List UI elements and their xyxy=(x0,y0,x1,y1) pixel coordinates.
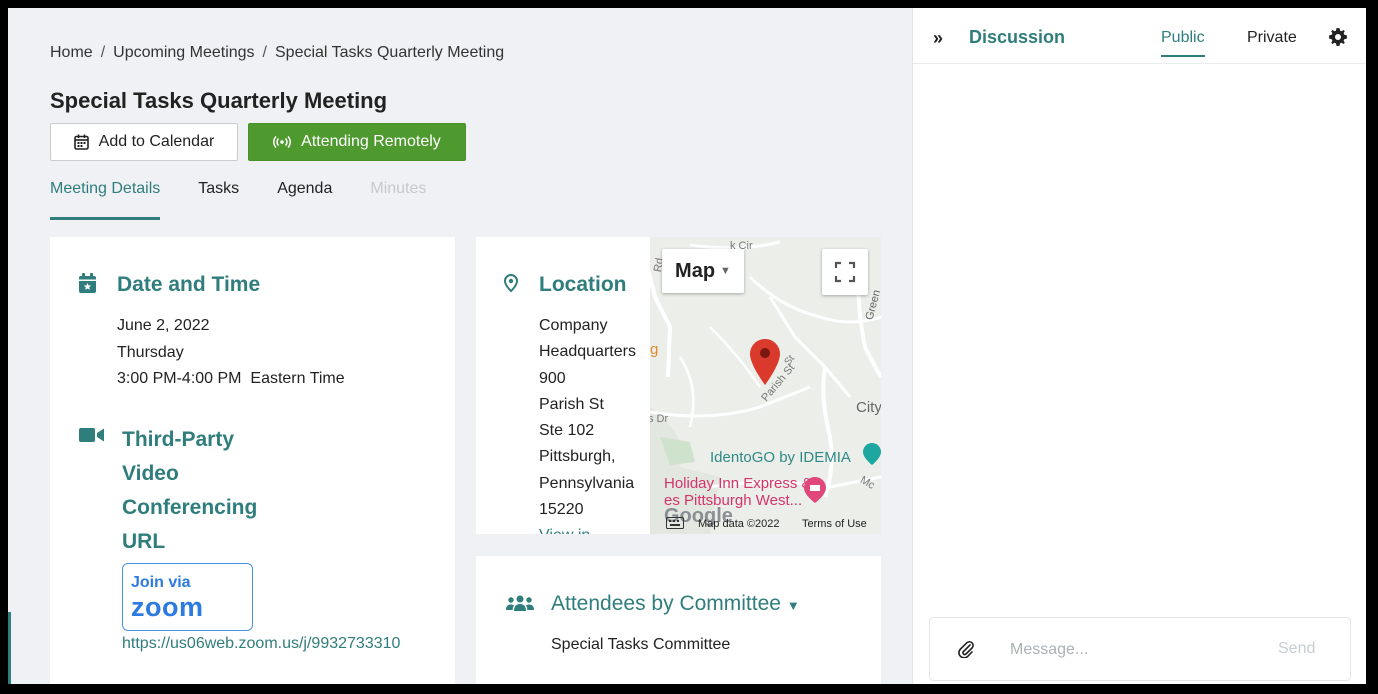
zoom-url-link[interactable]: https://us06web.zoom.us/j/9932733310 xyxy=(122,635,400,653)
map-label-holiday-inn: Holiday Inn Express & xyxy=(664,475,812,492)
attendees-grouping-dropdown[interactable]: Committee ▼ xyxy=(679,592,799,615)
video-camera-icon xyxy=(79,428,104,442)
calendar-star-icon xyxy=(79,273,96,293)
message-input[interactable] xyxy=(1010,638,1260,662)
attendees-grouping-value: Committee xyxy=(679,592,781,615)
location-text-panel: Location Company Headquarters 900 Parish… xyxy=(476,237,650,534)
video-title-line: Conferencing xyxy=(122,496,258,519)
send-button[interactable]: Send xyxy=(1278,640,1315,658)
location-address: Company Headquarters 900 Parish St Ste 1… xyxy=(539,313,650,534)
breadcrumb-separator: / xyxy=(262,44,267,61)
address-line: 900 xyxy=(539,369,566,387)
attending-remotely-button[interactable]: Attending Remotely xyxy=(248,123,466,161)
date-time-details: June 2, 2022 Thursday 3:00 PM-4:00 PM Ea… xyxy=(117,313,345,393)
date-time-title: Date and Time xyxy=(117,273,261,296)
map-label-city: City xyxy=(856,399,881,416)
attendees-by-label: Attendees by xyxy=(551,592,674,615)
fullscreen-button[interactable] xyxy=(822,249,868,295)
join-via-zoom-button[interactable]: Join via zoom xyxy=(122,563,253,631)
gear-icon[interactable] xyxy=(1329,28,1347,46)
date-time-card: Date and Time June 2, 2022 Thursday 3:00… xyxy=(50,237,455,684)
collapse-panel-icon[interactable]: » xyxy=(933,28,943,49)
address-line: Parish St xyxy=(539,395,604,413)
tab-meeting-details[interactable]: Meeting Details xyxy=(50,180,161,220)
location-title: Location xyxy=(539,273,627,296)
meeting-date: June 2, 2022 xyxy=(117,317,210,334)
tab-private[interactable]: Private xyxy=(1247,29,1297,55)
map-terms-link[interactable]: Terms of Use xyxy=(802,518,867,530)
caret-down-icon: ▼ xyxy=(786,598,800,613)
add-to-calendar-button[interactable]: Add to Calendar xyxy=(50,123,238,161)
address-line: Pittsburgh, xyxy=(539,448,616,466)
video-title-line: URL xyxy=(122,530,166,553)
fullscreen-icon xyxy=(834,261,856,283)
address-line: Company xyxy=(539,317,608,334)
video-title-line: Third-Party xyxy=(122,428,235,451)
map-type-label: Map xyxy=(675,259,716,282)
breadcrumb: Home / Upcoming Meetings / Special Tasks Qua… xyxy=(50,44,504,62)
video-conferencing-title: Third-Party Video Conferencing URL xyxy=(122,423,272,559)
zoom-logo: zoom xyxy=(131,592,204,622)
address-line: Pennsylvania xyxy=(539,474,635,492)
map-label-idento: IdentoGO by IDEMIA xyxy=(710,449,851,466)
map-label-g: g xyxy=(650,341,659,358)
calendar-icon xyxy=(73,134,89,150)
app-frame: Home / Upcoming Meetings / Special Tasks Qua… xyxy=(8,8,1366,684)
page-title: Special Tasks Quarterly Meeting xyxy=(50,88,388,113)
map-attribution: Map data ©2022 xyxy=(698,518,780,530)
attendees-card: Attendees by Committee ▼ Special Tasks C… xyxy=(476,556,881,684)
breadcrumb-current: Special Tasks Quarterly Meeting xyxy=(275,44,505,61)
map-marker-icon xyxy=(504,274,518,292)
map[interactable]: k Cir Rd Green Parish St St City s Dr Id… xyxy=(650,237,881,534)
location-card: k Cir Rd Green Parish St St City s Dr Id… xyxy=(476,237,881,534)
left-accent-bar xyxy=(8,612,11,684)
view-in-maps-link[interactable]: View in xyxy=(539,523,650,534)
tab-tasks[interactable]: Tasks xyxy=(198,180,239,220)
tab-agenda[interactable]: Agenda xyxy=(277,180,332,220)
address-line: Headquarters xyxy=(539,343,636,361)
discussion-title: Discussion xyxy=(969,27,1066,47)
breadcrumb-home[interactable]: Home xyxy=(50,44,93,61)
meeting-weekday: Thursday xyxy=(117,343,184,361)
broadcast-icon xyxy=(273,136,292,148)
map-label-s-dr: s Dr xyxy=(650,413,669,425)
address-line: Ste 102 xyxy=(539,422,595,440)
meeting-tabs: Meeting Details Tasks Agenda Minutes xyxy=(50,180,426,220)
breadcrumb-upcoming-meetings[interactable]: Upcoming Meetings xyxy=(113,44,254,61)
users-icon xyxy=(506,595,534,611)
tab-minutes: Minutes xyxy=(370,180,427,197)
discussion-header: » Discussion Public Private xyxy=(913,8,1366,64)
attending-remotely-label: Attending Remotely xyxy=(301,133,441,150)
add-to-calendar-label: Add to Calendar xyxy=(98,133,215,150)
breadcrumb-separator: / xyxy=(100,44,106,61)
meeting-time: 3:00 PM-4:00 PM Eastern Time xyxy=(117,370,345,387)
paperclip-icon[interactable] xyxy=(958,640,974,658)
poi-icon xyxy=(863,443,881,465)
address-line: 15220 xyxy=(539,501,584,519)
map-type-button[interactable]: Map ▼ xyxy=(662,249,744,293)
main-content: Home / Upcoming Meetings / Special Tasks Qua… xyxy=(8,8,912,684)
attendees-title: Attendees by Committee ▼ xyxy=(551,592,800,616)
video-title-line: Video xyxy=(122,462,179,485)
join-via-label: Join via xyxy=(131,574,191,591)
caret-down-icon: ▼ xyxy=(720,265,731,277)
committee-name: Special Tasks Committee xyxy=(551,636,731,653)
discussion-panel: » Discussion Public Private Send xyxy=(912,8,1366,684)
message-composer: Send xyxy=(929,617,1351,681)
hotel-icon xyxy=(804,477,826,503)
map-footer: Map data ©2022 Terms of Use xyxy=(650,514,881,534)
tab-public[interactable]: Public xyxy=(1161,29,1205,57)
keyboard-icon[interactable] xyxy=(666,517,684,529)
